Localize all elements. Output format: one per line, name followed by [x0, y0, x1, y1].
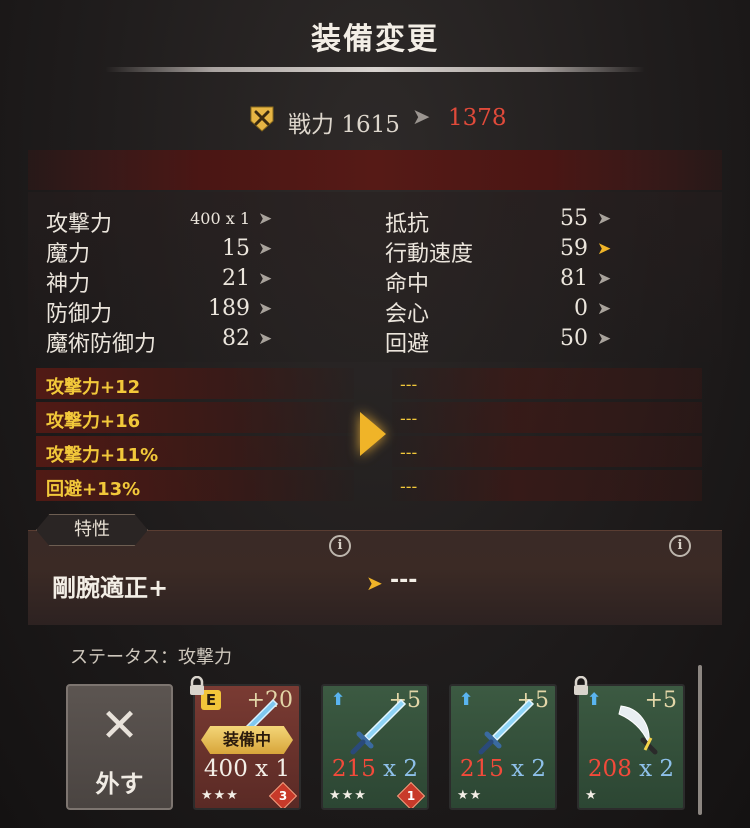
card-attack-value: 215	[331, 756, 376, 782]
sword-icon	[350, 698, 407, 755]
tab-traits[interactable]: 特性	[36, 514, 148, 546]
stat-label-attack: 攻撃力	[46, 212, 113, 237]
chevron-right-icon: ➤	[597, 269, 612, 289]
card-attack: 215 x 2	[323, 756, 427, 782]
compare-arrow-icon	[360, 412, 386, 456]
chevron-right-icon: ➤	[597, 209, 612, 229]
stat-value-critical: 0	[574, 296, 588, 321]
chevron-right-icon: ➤	[412, 105, 431, 130]
card-attack-mult: x 1	[255, 756, 291, 782]
rarity-stars: ★★	[457, 788, 483, 803]
card-attack: 400 x 1	[195, 756, 299, 782]
stat-label-magic-defense: 魔術防御力	[46, 332, 157, 357]
card-attack: 208 x 2	[579, 756, 683, 782]
bonus-new: ---	[400, 375, 418, 394]
stat-label-defense: 防御力	[46, 302, 113, 327]
stat-value-magic-defense: 82	[222, 326, 250, 351]
card-attack-value: 208	[587, 756, 632, 782]
power-label-group: 戦力 1615	[288, 105, 400, 139]
lock-icon	[574, 676, 588, 695]
unequip-button[interactable]: ✕ 外す	[66, 684, 173, 810]
stat-value-resist: 55	[560, 206, 588, 231]
rarity-stars: ★★★	[329, 788, 367, 803]
stat-label-accuracy: 命中	[385, 272, 430, 297]
bonus-current: 攻撃力+11%	[46, 445, 159, 466]
crossed-swords-shield-icon	[250, 106, 274, 132]
bonus-current: 攻撃力+12	[46, 377, 141, 398]
stat-value-speed: 59	[560, 236, 588, 261]
info-icon[interactable]: i	[329, 535, 351, 557]
stat-value-divine: 21	[222, 266, 250, 291]
rarity-stars: ★★★	[201, 788, 239, 803]
chevron-right-icon: ➤	[597, 299, 612, 319]
bonus-row-new	[392, 436, 702, 467]
stat-label-evasion: 回避	[385, 332, 430, 357]
bonus-row-new	[392, 470, 702, 501]
equipment-card-equipped[interactable]: E +20 装備中 400 x 1 ★★★ 3	[193, 684, 301, 810]
card-attack: 215 x 2	[451, 756, 555, 782]
close-icon: ✕	[100, 698, 139, 752]
chevron-right-icon: ➤	[258, 269, 273, 289]
scimitar-icon	[618, 705, 658, 755]
bonus-row-new	[392, 402, 702, 433]
bonus-current: 回避+13%	[46, 479, 141, 500]
rarity-stars: ★	[585, 788, 598, 803]
stat-label-divine: 神力	[46, 272, 91, 297]
status-filter-label[interactable]: ステータス：攻撃力	[70, 643, 232, 669]
bonus-new: ---	[400, 443, 418, 462]
card-attack-value: 215	[459, 756, 504, 782]
equipment-card[interactable]: ⬆ +5 215 x 2 ★★	[449, 684, 557, 810]
stat-label-critical: 会心	[385, 302, 430, 327]
rank-badge: 3	[268, 781, 298, 808]
stat-value-defense: 189	[208, 296, 250, 321]
unequip-label: 外す	[95, 770, 144, 798]
card-attack-mult: x 2	[639, 756, 675, 782]
lock-icon	[190, 676, 204, 695]
stat-value-attack: 400 x 1	[190, 209, 250, 228]
trait-current: 剛腕適正+	[52, 574, 169, 602]
scrollbar[interactable]	[698, 665, 702, 815]
title-divider	[105, 67, 645, 72]
stat-value-magic: 15	[222, 236, 250, 261]
equipped-badge: 装備中	[201, 726, 293, 754]
chevron-right-icon: ➤	[258, 329, 273, 349]
equipment-card[interactable]: ⬆ +5 208 x 2 ★	[577, 684, 685, 810]
chevron-right-icon: ➤	[258, 239, 273, 259]
chevron-right-icon: ➤	[258, 299, 273, 319]
header-banner	[28, 150, 722, 190]
bonus-new: ---	[400, 477, 418, 496]
bonus-row-new	[392, 368, 702, 399]
card-attack-value: 400	[203, 756, 248, 782]
equipment-card[interactable]: ⬆ +5 215 x 2 ★★★ 1	[321, 684, 429, 810]
card-attack-mult: x 2	[383, 756, 419, 782]
chevron-right-icon: ➤	[597, 239, 612, 259]
power-current: 1615	[341, 112, 400, 138]
power-new: 1378	[448, 105, 507, 131]
power-comparison: 戦力 1615 ➤ 1378	[0, 100, 750, 140]
sword-icon	[478, 698, 535, 755]
stat-label-speed: 行動速度	[385, 242, 474, 267]
card-attack-mult: x 2	[511, 756, 547, 782]
trait-new: ---	[390, 568, 418, 593]
chevron-right-icon: ➤	[597, 329, 612, 349]
stat-value-accuracy: 81	[560, 266, 588, 291]
stat-value-evasion: 50	[560, 326, 588, 351]
chevron-right-icon: ➤	[258, 209, 273, 229]
stat-label-resist: 抵抗	[385, 212, 430, 237]
power-label: 戦力	[288, 112, 334, 138]
info-icon[interactable]: i	[669, 535, 691, 557]
page-title: 装備変更	[311, 22, 439, 57]
stat-label-magic: 魔力	[46, 242, 91, 267]
bonus-current: 攻撃力+16	[46, 411, 141, 432]
rank-badge: 1	[396, 781, 426, 808]
chevron-right-icon: ➤	[366, 571, 383, 595]
bonus-new: ---	[400, 409, 418, 428]
